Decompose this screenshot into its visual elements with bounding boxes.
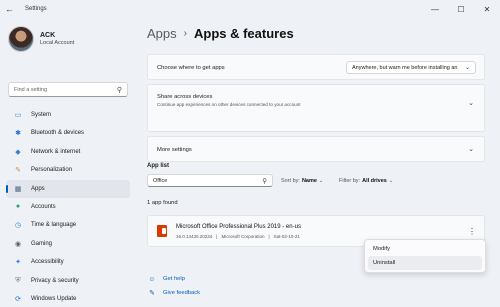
window-title: Settings xyxy=(25,6,47,12)
sidebar-item-bluetooth-devices[interactable]: ✱ Bluetooth & devices xyxy=(6,124,130,142)
close-icon[interactable]: ✕ xyxy=(474,0,500,18)
sidebar-item-system[interactable]: ▭ System xyxy=(6,106,130,124)
apps-found-count: 1 app found xyxy=(147,200,178,206)
app-list-heading: App list xyxy=(147,163,169,169)
choose-where-label: Choose where to get apps xyxy=(157,65,225,71)
breadcrumb-apps[interactable]: Apps xyxy=(147,26,177,41)
sidebar-item-label: Apps xyxy=(31,185,45,192)
uninstall-menu-item[interactable]: Uninstall xyxy=(368,256,482,270)
app-name: Microsoft Office Professional Plus 2019 … xyxy=(176,224,301,230)
sidebar-item-accessibility[interactable]: ✦ Accessibility xyxy=(6,253,130,271)
get-help-label: Get help xyxy=(163,276,185,282)
filter-by-value: All drives xyxy=(362,178,387,184)
profile-name: ACK xyxy=(40,32,56,39)
search-icon: ⚲ xyxy=(262,177,267,185)
sidebar-nav: ▭ System ✱ Bluetooth & devices ◆ Network & in… xyxy=(6,106,130,307)
monitor-icon: ▭ xyxy=(14,112,22,119)
profile-account-type: Local Account xyxy=(40,40,75,46)
give-feedback-link[interactable]: ✎ Give feedback xyxy=(147,286,200,300)
more-settings-label: More settings xyxy=(157,147,192,153)
window-controls: — ☐ ✕ xyxy=(422,0,500,18)
wifi-icon: ◆ xyxy=(15,148,21,156)
help-links: ☺ Get help ✎ Give feedback xyxy=(147,272,200,300)
brush-icon: ✎ xyxy=(15,167,21,175)
modify-menu-item[interactable]: Modify xyxy=(368,242,482,256)
app-context-menu: Modify Uninstall xyxy=(364,239,486,273)
sidebar-item-label: Gaming xyxy=(31,240,53,247)
help-icon: ☺ xyxy=(148,275,156,283)
apps-icon: ▦ xyxy=(14,185,22,193)
share-across-devices-label: Share across devices xyxy=(157,94,213,100)
sort-by-label: Sort by: xyxy=(281,178,300,184)
person-icon: ● xyxy=(15,203,21,211)
sidebar-item-personalization[interactable]: ✎ Personalization xyxy=(6,161,130,179)
chevron-down-icon: ⌄ xyxy=(464,65,470,71)
filter-by-label: Filter by: xyxy=(339,178,361,184)
maximize-icon[interactable]: ☐ xyxy=(448,0,474,18)
sidebar-item-label: Personalization xyxy=(31,167,73,174)
sidebar-item-label: Bluetooth & devices xyxy=(31,130,85,137)
gamepad-icon: ◉ xyxy=(14,240,22,248)
sidebar-item-windows-update[interactable]: ⟳ Windows Update xyxy=(6,290,130,307)
search-icon: ⚲ xyxy=(116,86,122,94)
page-title: Apps & features xyxy=(193,26,294,41)
shield-icon: ⛨ xyxy=(15,276,21,284)
find-setting-placeholder: Find a setting xyxy=(14,86,48,93)
app-list-search-value: Office xyxy=(153,177,168,184)
chevron-right-icon: › xyxy=(183,28,187,39)
more-settings-card[interactable]: More settings ⌄ xyxy=(147,136,485,162)
sidebar-item-label: System xyxy=(31,112,52,118)
sidebar-item-privacy-security[interactable]: ⛨ Privacy & security xyxy=(6,272,130,290)
globe-clock-icon: ◷ xyxy=(14,222,22,230)
meta-separator: | xyxy=(268,234,270,239)
bluetooth-icon: ✱ xyxy=(15,130,21,138)
get-help-link[interactable]: ☺ Get help xyxy=(147,272,200,286)
profile[interactable]: ACK Local Account xyxy=(8,26,74,52)
sidebar-item-apps[interactable]: ▦ Apps xyxy=(6,179,130,198)
choose-where-dropdown[interactable]: Anywhere, but warn me before installing … xyxy=(346,61,476,74)
office-icon xyxy=(157,225,167,237)
sidebar-item-time-language[interactable]: ◷ Time & language xyxy=(6,216,130,234)
give-feedback-label: Give feedback xyxy=(163,290,201,296)
chevron-down-icon: ⌄ xyxy=(468,146,474,153)
app-install-date: Sat-02-10-21 xyxy=(273,234,300,239)
choose-where-value: Anywhere, but warn me before installing … xyxy=(352,64,458,71)
sidebar-item-accounts[interactable]: ● Accounts xyxy=(6,198,130,216)
minimize-icon[interactable]: — xyxy=(422,0,448,18)
accessibility-icon: ✦ xyxy=(15,259,21,267)
sidebar-item-label: Accounts xyxy=(31,203,56,210)
app-list-search-input[interactable]: Office ⚲ xyxy=(147,174,273,187)
back-arrow-icon[interactable]: ← xyxy=(5,4,21,14)
find-setting-input[interactable]: Find a setting ⚲ xyxy=(8,82,128,97)
chevron-down-icon: ⌄ xyxy=(468,100,474,107)
chevron-down-icon: ⌄ xyxy=(388,178,394,184)
sort-by-value: Name xyxy=(301,178,317,184)
sidebar-item-gaming[interactable]: ◉ Gaming xyxy=(6,235,130,253)
filter-by-dropdown[interactable]: Filter by: All drives ⌄ xyxy=(339,178,393,184)
sidebar-item-label: Privacy & security xyxy=(31,277,79,284)
app-meta: 16.0.14430.20234 | Microsoft Corporation… xyxy=(176,234,304,239)
breadcrumb: Apps › Apps & features xyxy=(147,26,294,41)
share-across-devices-description: Continue app experiences on other device… xyxy=(157,102,301,107)
sort-by-dropdown[interactable]: Sort by: Name ⌄ xyxy=(281,178,323,184)
meta-separator: | xyxy=(216,234,218,239)
chevron-down-icon: ⌄ xyxy=(318,178,324,184)
title-bar: ← Settings — ☐ ✕ xyxy=(0,0,500,18)
sidebar: ACK Local Account Find a setting ⚲ ▭ Syst… xyxy=(0,18,140,307)
sidebar-item-network-internet[interactable]: ◆ Network & internet xyxy=(6,143,130,161)
sidebar-item-label: Accessibility xyxy=(31,259,64,266)
app-version: 16.0.14430.20234 xyxy=(176,234,213,239)
update-icon: ⟳ xyxy=(15,295,21,303)
app-publisher: Microsoft Corporation xyxy=(221,234,265,239)
sidebar-item-label: Network & internet xyxy=(31,148,81,155)
sidebar-item-label: Time & language xyxy=(31,222,77,229)
feedback-icon: ✎ xyxy=(149,290,155,297)
sidebar-item-label: Windows Update xyxy=(31,295,77,302)
avatar xyxy=(8,26,34,52)
choose-where-card: Choose where to get apps Anywhere, but w… xyxy=(147,54,485,80)
more-options-icon[interactable]: ⋮ xyxy=(466,225,478,237)
share-across-devices-card[interactable]: Share across devices Continue app experi… xyxy=(147,84,485,132)
